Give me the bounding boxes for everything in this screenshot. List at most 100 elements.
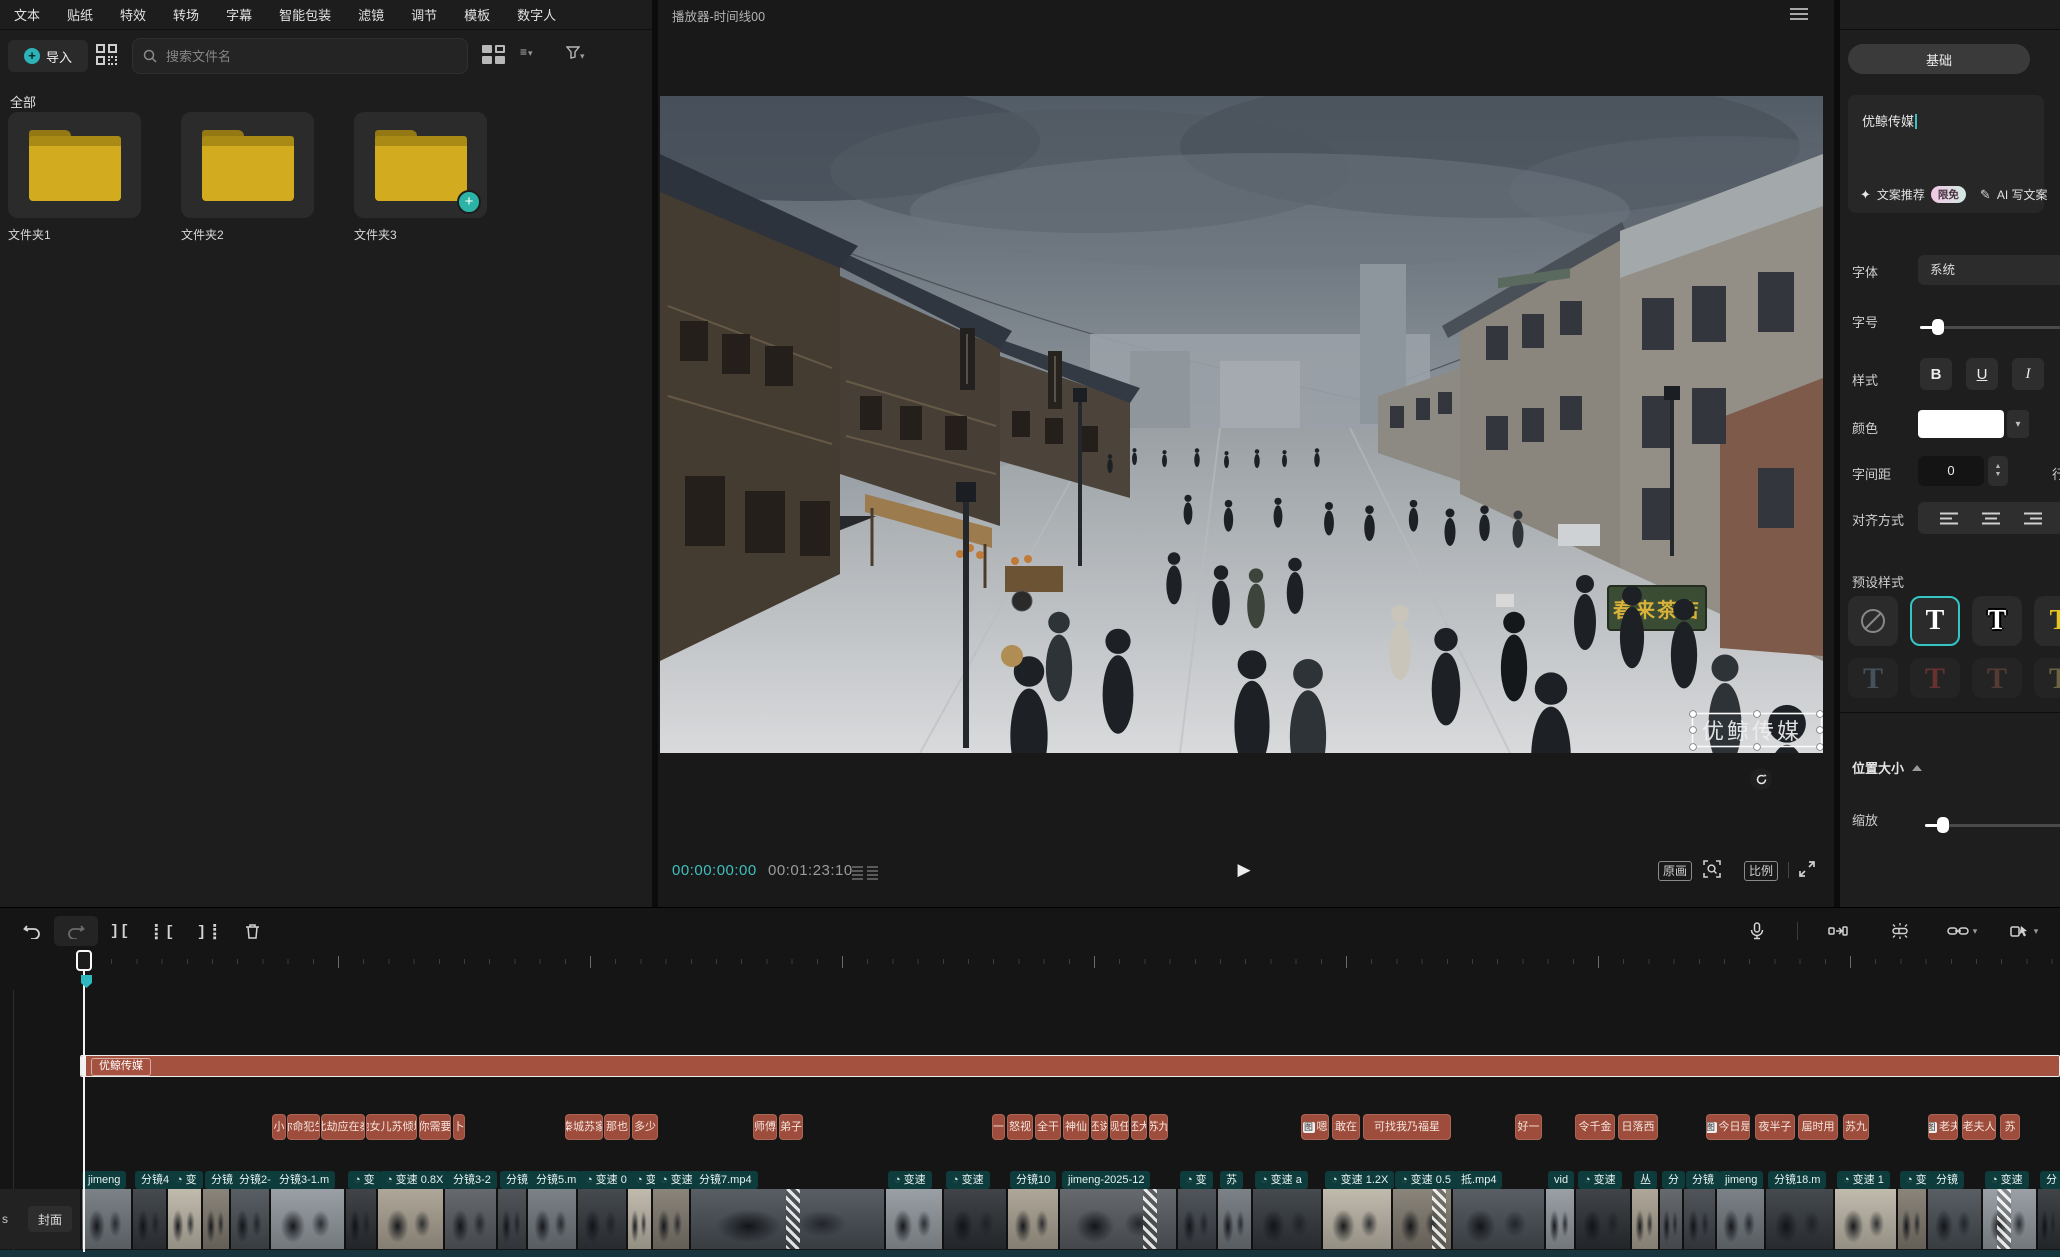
snap-icon[interactable] [1816,916,1860,946]
playhead-handle[interactable] [76,950,92,971]
video-preview[interactable]: 春来茶店 [660,96,1823,753]
subtitle-clip[interactable]: 图 还说 [1091,1114,1108,1140]
subtitle-clip[interactable]: 图 现任 [1110,1114,1129,1140]
video-thumbnail[interactable] [201,1189,229,1249]
subtitle-clip[interactable]: 图 苏九 [1843,1114,1869,1140]
menu-item[interactable]: 调节 [411,5,437,24]
import-button[interactable]: + 导入 [8,40,88,72]
transition-marker[interactable] [1997,1189,2011,1249]
filter-icon[interactable]: ▾ [566,45,600,65]
video-thumbnail[interactable] [1058,1189,1176,1249]
undo-icon[interactable] [10,916,54,946]
timeline-ruler[interactable] [0,953,2060,983]
subtitle-clip[interactable]: 图 今日是 [1706,1114,1750,1140]
video-clip-badge[interactable]: ◔ 变 [348,1171,381,1189]
subtitle-clip[interactable]: 图 此劫应在秦 [321,1114,365,1140]
basic-section-pill[interactable]: 基础 [1848,44,2030,74]
redo-icon[interactable] [54,916,98,946]
split-delete-left-icon[interactable]: ⡇[ [142,916,186,946]
video-thumbnail[interactable] [1715,1189,1764,1249]
preset-style-tile[interactable]: T [1848,658,1898,698]
video-clip-badge[interactable]: ◔ 变速 [1578,1171,1622,1189]
video-thumbnail[interactable] [626,1189,651,1249]
video-thumbnail[interactable] [1216,1189,1251,1249]
video-clip-badge[interactable]: ◔ 分镜 [500,1171,534,1189]
video-clip-badge[interactable]: ◔ 分镜5.m [530,1171,582,1189]
ai-write-button[interactable]: AI 写文案 [1997,186,2048,203]
video-clip-badge[interactable]: ◔ 丛 [1634,1171,1657,1189]
rotate-handle[interactable] [1750,768,1772,790]
video-thumbnail[interactable] [526,1189,576,1249]
preview-axis-icon[interactable] [1878,916,1922,946]
preset-style-tile[interactable]: T [2034,596,2060,646]
video-clip-badge[interactable]: ◔ 变 [170,1171,203,1189]
subtitle-clip[interactable]: 图 可找我乃福星 [1363,1114,1451,1140]
subtitle-clip[interactable]: 图 师傅 [753,1114,777,1140]
subtitle-clip[interactable]: 图 弟子 [779,1114,803,1140]
subtitle-clip[interactable]: 图 全干 [1035,1114,1061,1140]
bold-button[interactable]: B [1920,358,1952,390]
record-voiceover-icon[interactable] [1735,916,1779,946]
video-clip-badge[interactable]: ◔ 抵.mp4 [1455,1171,1502,1189]
subtitle-clip[interactable]: 图 令千金 [1575,1114,1615,1140]
video-clip-badge[interactable]: ◔ jimeng [1719,1171,1763,1189]
italic-button[interactable]: I [2012,358,2044,390]
subtitle-clip[interactable]: 图 日落西 [1618,1114,1658,1140]
video-clip-badge[interactable]: ◔ 分 [2040,1171,2060,1189]
align-left-icon[interactable] [1940,512,1958,525]
split-icon[interactable]: ][ [98,916,142,946]
link-clips-icon[interactable]: ▾ [1940,916,1984,946]
video-thumbnail[interactable] [1630,1189,1658,1249]
preset-style-tile[interactable]: T [1910,658,1960,698]
video-thumbnail[interactable] [344,1189,376,1249]
folder-card[interactable]: + [8,112,141,218]
menu-item[interactable]: 转场 [173,5,199,24]
video-thumbnail[interactable] [1006,1189,1058,1249]
video-thumbnail[interactable] [1544,1189,1574,1249]
subtitle-clip[interactable]: 图 多少 [632,1114,658,1140]
delete-icon[interactable] [230,916,274,946]
text-input-box[interactable]: 优鲸传媒 ✦ 文案推荐 限免 ✎ AI 写文案 [1848,95,2044,213]
subtitle-clip[interactable]: 图 怒视 [1007,1114,1033,1140]
align-right-icon[interactable] [2024,512,2042,525]
video-clip-badge[interactable]: ◔ 变速 0 [580,1171,633,1189]
video-clip-badge[interactable]: ◔ vid [1548,1171,1574,1189]
subtitle-clip[interactable]: 图 卜 [453,1114,465,1140]
play-button[interactable]: ▶ [1230,856,1258,884]
video-clip-badge[interactable]: ◔ 变速 [1985,1171,2029,1189]
subtitle-clip[interactable]: 图 届时用 [1798,1114,1838,1140]
video-clip-badge[interactable]: ◔ 苏 [1220,1171,1243,1189]
video-thumbnail[interactable] [1251,1189,1321,1249]
search-input[interactable] [164,48,457,65]
subtitle-clip[interactable]: 图 秦城苏家 [565,1114,603,1140]
video-clip-badge[interactable]: ◔ 变 [1180,1171,1213,1189]
video-thumbnail[interactable] [884,1189,942,1249]
video-thumbnail[interactable] [1896,1189,1926,1249]
video-clip-badge[interactable]: ◔ 变速 1 [1837,1171,1890,1189]
video-track[interactable] [0,1189,2060,1249]
menu-item[interactable]: 智能包装 [279,5,331,24]
original-quality-button[interactable]: 原画 [1658,861,1692,881]
video-clip-badge[interactable]: ◔ 分镜7.mp4 [693,1171,758,1189]
menu-item[interactable]: 滤镜 [358,5,384,24]
scale-slider-thumb[interactable] [1937,817,1949,833]
video-thumbnail[interactable] [131,1189,166,1249]
folder-item[interactable]: + 文件夹3 [354,112,487,243]
subtitle-clip[interactable]: 图 一 [992,1114,1005,1140]
transition-marker[interactable] [1143,1189,1157,1249]
preset-style-tile[interactable]: T [1910,596,1960,646]
video-clip-badge[interactable]: ◔ jimeng [82,1171,126,1189]
selected-text-clip[interactable]: 优鲸传媒 [80,1055,2060,1077]
cover-button[interactable]: 封面 [28,1206,72,1232]
video-thumbnail[interactable] [1176,1189,1216,1249]
playhead-line[interactable] [83,952,85,1252]
folder-card[interactable]: + [181,112,314,218]
video-clip-badge[interactable]: ◔ 分镜18.m [1768,1171,1826,1189]
folder-card[interactable]: + [354,112,487,218]
subtitle-clip[interactable]: 图 苏九 [1149,1114,1168,1140]
grid-view-icon[interactable] [482,45,504,65]
video-thumbnail[interactable] [1451,1189,1544,1249]
qr-import-icon[interactable] [96,44,118,66]
subtitle-clip[interactable]: 图 神仙 [1063,1114,1089,1140]
video-thumbnail[interactable] [269,1189,344,1249]
